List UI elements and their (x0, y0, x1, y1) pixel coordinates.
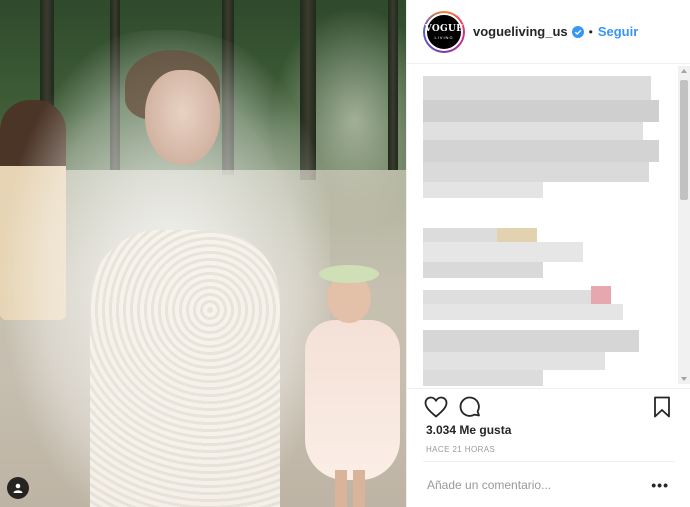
pixelated-block (423, 76, 651, 100)
pixelated-block (423, 330, 639, 352)
verified-badge-icon (571, 25, 584, 38)
heart-icon (424, 396, 448, 418)
scroll-thumb[interactable] (680, 80, 688, 200)
girl-dress (305, 320, 400, 480)
bookmark-icon (654, 396, 670, 418)
post-timestamp[interactable]: HACE 21 HORAS (426, 445, 495, 454)
girl-legs (335, 470, 365, 507)
pixelated-block (423, 122, 643, 140)
comment-input[interactable] (423, 477, 633, 492)
pixelated-block (423, 140, 659, 162)
pixelated-block (423, 242, 583, 262)
avatar-logo-subtext: LIVING (434, 34, 454, 40)
like-button[interactable] (423, 394, 449, 420)
user-tag-icon[interactable] (7, 477, 29, 499)
pixelated-block (497, 228, 537, 242)
pixelated-block (423, 352, 605, 370)
post-header: VOGUE LIVING vogueliving_us • Seguir (407, 0, 690, 64)
pixelated-block (423, 304, 623, 320)
post-image[interactable] (0, 0, 406, 507)
more-options-icon[interactable]: ••• (651, 477, 669, 493)
likes-count[interactable]: 3.034 Me gusta (426, 423, 511, 437)
flower-crown (319, 265, 379, 283)
avatar[interactable]: VOGUE LIVING (423, 10, 465, 53)
pixelated-block (423, 228, 497, 242)
flower-girl (305, 265, 400, 507)
comment-button[interactable] (457, 394, 483, 420)
add-comment-section: ••• (423, 461, 675, 507)
username-link[interactable]: vogueliving_us (473, 24, 568, 39)
bride-face (145, 70, 220, 165)
bride-dress (90, 230, 280, 507)
pixelated-block (423, 370, 543, 386)
scroll-down-arrow[interactable] (681, 377, 687, 381)
background-tree (388, 0, 398, 170)
save-button[interactable] (649, 394, 675, 420)
avatar-logo-text: VOGUE (424, 23, 464, 34)
avatar-logo: VOGUE LIVING (424, 12, 464, 51)
pixelated-block (423, 290, 591, 304)
scroll-up-arrow[interactable] (681, 69, 687, 73)
action-bar (407, 388, 690, 424)
pixelated-block (423, 182, 543, 198)
comments-area[interactable] (407, 64, 690, 386)
follow-button[interactable]: Seguir (598, 24, 638, 39)
pixelated-block (423, 262, 543, 278)
pixelated-block (591, 286, 611, 306)
post-sidebar: VOGUE LIVING vogueliving_us • Seguir 3.0… (406, 0, 690, 507)
separator-dot: • (588, 24, 593, 39)
pixelated-block (423, 162, 649, 182)
pixelated-block (423, 100, 659, 122)
comment-icon (459, 396, 480, 417)
comments-scrollbar[interactable] (678, 66, 690, 384)
